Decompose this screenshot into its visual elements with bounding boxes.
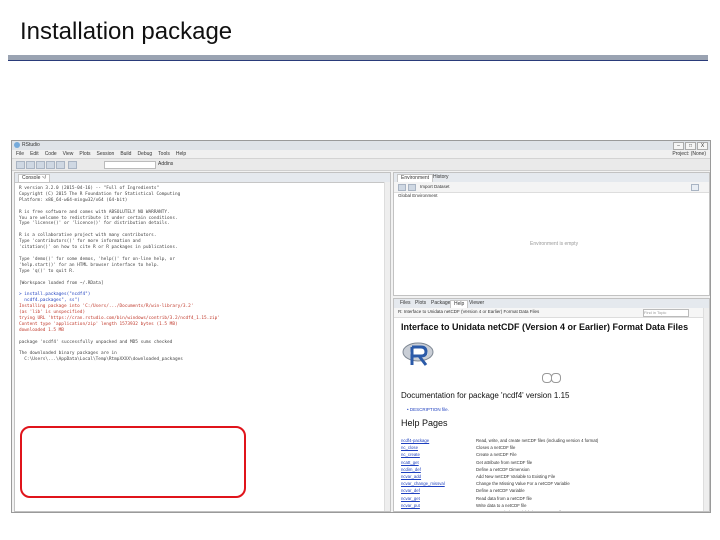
help-page-link[interactable]: ncvar_rename: [401, 509, 476, 511]
help-heading: Interface to Unidata netCDF (Version 4 o…: [401, 322, 689, 332]
help-pages-table: ncdf4-package Read, write, and create net…: [401, 437, 598, 511]
menu-tools[interactable]: Tools: [158, 150, 170, 158]
install-output-highlight: [20, 426, 246, 498]
addins-menu[interactable]: Addins: [158, 161, 173, 167]
help-page-row: ncvar_get Read data from a netCDF file: [401, 495, 598, 502]
save-all-icon[interactable]: [56, 161, 65, 169]
help-page-row: ncvar_put Write data to a netCDF file: [401, 502, 598, 509]
help-page-row: ncvar_renameRename an Existing Variable …: [401, 509, 598, 511]
slide-title: Installation package: [20, 18, 233, 45]
environment-empty-text: Environment is empty: [530, 241, 579, 247]
description-link[interactable]: • DESCRIPTION file.: [407, 407, 449, 412]
help-page-link[interactable]: ncvar_def: [401, 487, 476, 494]
help-page-link[interactable]: ncdf4-package: [401, 437, 476, 444]
rstudio-window: RStudio – □ X File Edit Code View Plots …: [11, 140, 711, 513]
help-page-link[interactable]: nc_create: [401, 451, 476, 458]
help-page-description: Define a netCDF Variable: [476, 488, 525, 494]
menu-plots[interactable]: Plots: [79, 150, 90, 158]
tab-environment[interactable]: Environment: [397, 174, 434, 182]
menu-session[interactable]: Session: [97, 150, 115, 158]
console-line: C:\Users\...\AppData\Local\Temp\RtmpXXXX…: [19, 357, 183, 363]
help-page-row: ncdf4-package Read, write, and create net…: [401, 437, 598, 444]
help-page-description: Add New netCDF Variable to Existing File: [476, 474, 556, 480]
console-scrollbar[interactable]: [384, 182, 390, 511]
menu-edit[interactable]: Edit: [30, 150, 39, 158]
refresh-icon[interactable]: [691, 184, 699, 191]
description-link-text[interactable]: DESCRIPTION file.: [410, 407, 449, 412]
minimize-button[interactable]: –: [673, 142, 684, 150]
tab-console[interactable]: Console ~/: [18, 174, 51, 182]
find-in-topic-input[interactable]: Find in Topic: [643, 309, 689, 317]
maximize-button[interactable]: □: [685, 142, 696, 150]
import-dataset-button[interactable]: Import Dataset: [420, 184, 450, 189]
documentation-line: Documentation for package 'ncdf4' versio…: [401, 391, 570, 400]
help-page-row: nc_close Closes a netCDF file: [401, 444, 598, 451]
help-page-link[interactable]: ncvar_get: [401, 495, 476, 502]
goto-file-input[interactable]: [104, 161, 156, 169]
menu-file[interactable]: File: [16, 150, 24, 158]
help-page-description: Read, write, and create netCDF files (in…: [476, 438, 599, 443]
tab-history[interactable]: History: [430, 174, 452, 181]
menu-build[interactable]: Build: [120, 150, 131, 158]
save-icon[interactable]: [46, 161, 55, 169]
close-button[interactable]: X: [697, 142, 708, 150]
help-page-link[interactable]: ncvar_change_missval: [401, 480, 476, 487]
help-topic-path: R: Interface to Unidata netCDF (Version …: [398, 309, 540, 314]
help-page-link[interactable]: ncvar_add: [401, 473, 476, 480]
docs-icon-2: [551, 373, 561, 383]
menu-view[interactable]: View: [63, 150, 74, 158]
menu-help[interactable]: Help: [176, 150, 186, 158]
help-page-row: ncatt_get Get attribute from netCDF file: [401, 459, 598, 466]
r-logo-icon: [402, 342, 434, 366]
help-page-description: Rename an Existing Variable in a netCDF …: [476, 509, 563, 511]
menu-debug[interactable]: Debug: [137, 150, 152, 158]
environment-pane: Environment History Import Dataset Globa…: [393, 172, 710, 296]
help-page-description: Write data to a netCDF file: [476, 502, 527, 508]
help-page-row: nc_create Create a netCDF File: [401, 451, 598, 458]
help-page-description: Read data from a netCDF file: [476, 495, 532, 501]
environment-toolbar: Import Dataset: [394, 182, 709, 193]
help-page-description: Create a netCDF File: [476, 452, 517, 458]
help-page-link[interactable]: ncvar_put: [401, 502, 476, 509]
help-page-description: Define a netCDF Dimension: [476, 466, 530, 472]
help-scrollbar[interactable]: [703, 308, 709, 511]
help-page-description: Change the Missing Value For a netCDF Va…: [476, 481, 570, 487]
main-toolbar: Addins: [12, 159, 710, 171]
open-file-icon[interactable]: [36, 161, 45, 169]
menu-code[interactable]: Code: [45, 150, 57, 158]
help-pane: Files Plots Packages Help Viewer R: Inte…: [393, 298, 710, 512]
print-icon[interactable]: [68, 161, 77, 169]
help-pages-heading: Help Pages: [401, 418, 448, 428]
project-menu[interactable]: Project: (None): [672, 151, 706, 157]
help-page-link[interactable]: ncdim_def: [401, 466, 476, 473]
rstudio-logo-icon: [14, 142, 20, 148]
window-title: RStudio: [22, 142, 40, 148]
tab-plots[interactable]: Plots: [412, 300, 429, 307]
new-project-icon[interactable]: [26, 161, 35, 169]
global-environment-select[interactable]: Global Environment: [398, 193, 438, 198]
help-page-row: ncvar_change_missval Change the Missing V…: [401, 480, 598, 487]
menu-bar: File Edit Code View Plots Session Build …: [12, 150, 710, 159]
help-page-row: ncvar_def Define a netCDF Variable: [401, 487, 598, 494]
new-file-icon[interactable]: [16, 161, 25, 169]
help-page-description: Get attribute from netCDF file: [476, 459, 533, 465]
tab-viewer[interactable]: Viewer: [466, 300, 487, 307]
help-page-description: Closes a netCDF file: [476, 445, 516, 451]
title-rule: [8, 55, 708, 61]
help-page-link[interactable]: nc_close: [401, 444, 476, 451]
help-page-link[interactable]: ncatt_get: [401, 459, 476, 466]
help-page-row: ncdim_def Define a netCDF Dimension: [401, 466, 598, 473]
help-page-row: ncvar_add Add New netCDF Variable to Exis…: [401, 473, 598, 480]
load-workspace-icon[interactable]: [398, 184, 406, 191]
save-workspace-icon[interactable]: [408, 184, 416, 191]
console-output[interactable]: R version 3.2.0 (2015-04-16) -- "Full of…: [19, 186, 386, 363]
